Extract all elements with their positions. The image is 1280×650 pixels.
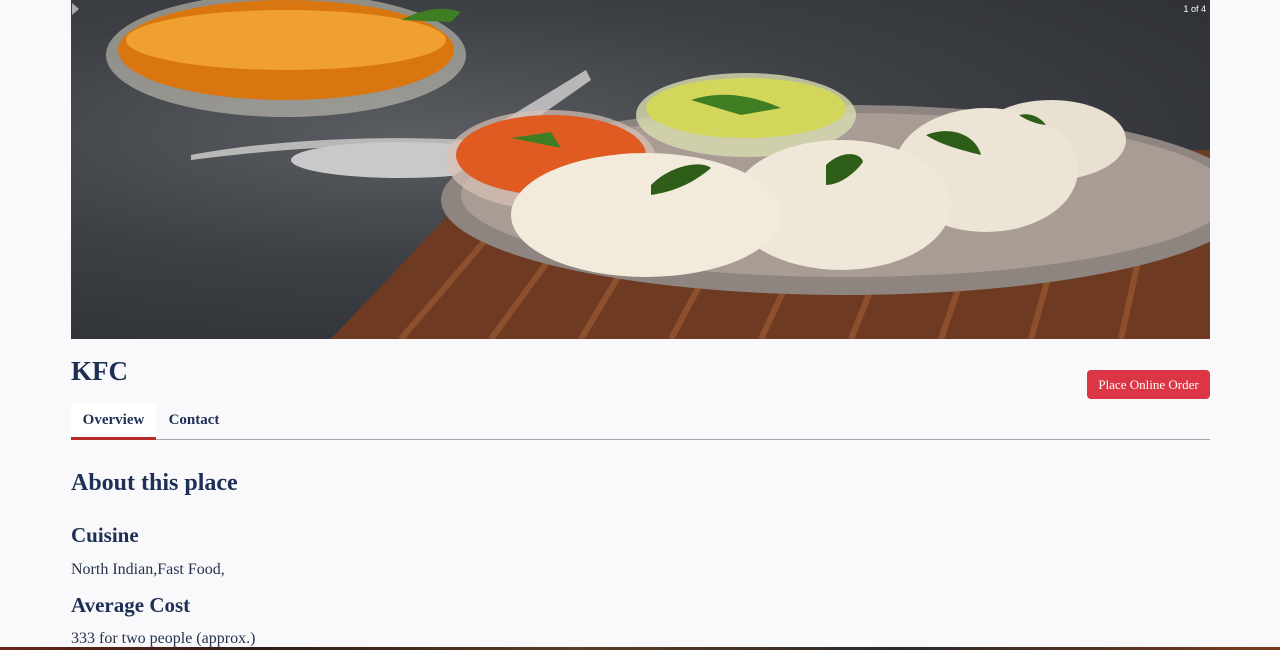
average-cost-value: 333 for two people (approx.) <box>71 630 256 647</box>
hero-carousel[interactable]: 1 of 4 <box>71 0 1210 339</box>
tab-contact[interactable]: Contact <box>167 403 221 439</box>
tab-bar: Overview Contact <box>71 403 1210 440</box>
restaurant-name: KFC <box>71 356 128 386</box>
place-online-order-button[interactable]: Place Online Order <box>1087 370 1210 399</box>
tab-overview[interactable]: Overview <box>71 403 156 440</box>
cuisine-heading: Cuisine <box>71 523 139 547</box>
about-heading: About this place <box>71 470 238 496</box>
chevron-right-icon[interactable] <box>71 0 81 18</box>
cuisine-value: North Indian,Fast Food, <box>71 561 225 578</box>
page: 1 of 4 KFC Place Online Order Overview C… <box>0 0 1280 650</box>
idli-plate-photo <box>106 0 1210 339</box>
slide-counter: 1 of 4 <box>1183 4 1206 14</box>
average-cost-heading: Average Cost <box>71 593 191 617</box>
